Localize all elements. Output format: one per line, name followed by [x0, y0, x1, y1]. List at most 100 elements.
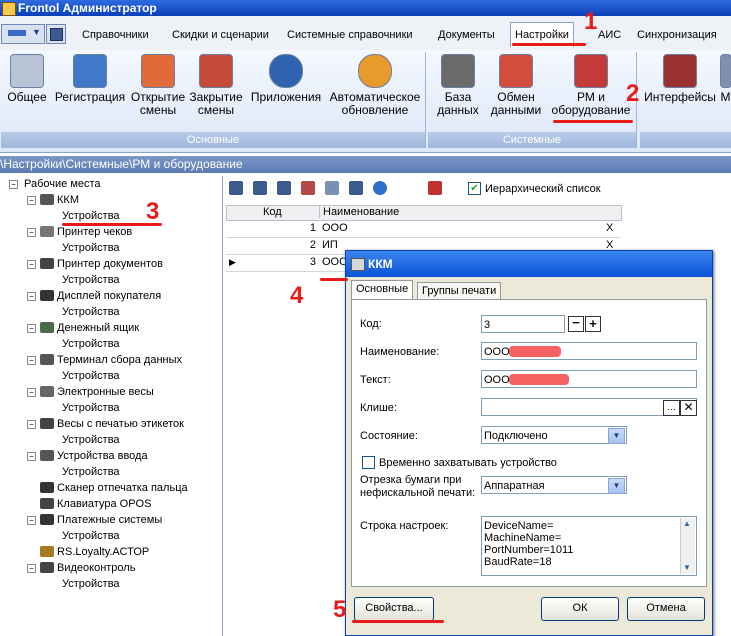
copy-icon[interactable] [325, 181, 339, 195]
ribbon-button-apps[interactable]: Приложения [246, 54, 326, 104]
tree-collapse-toggle[interactable]: − [27, 516, 36, 525]
ribbon-button-workplace[interactable]: РМ и оборудование [547, 54, 635, 117]
tree-item[interactable]: ККМ [40, 193, 79, 208]
tree-item-devices[interactable]: Устройства [62, 433, 120, 448]
tab-system-directories[interactable]: Системные справочники [283, 26, 417, 44]
tree-item-devices[interactable]: Устройства [62, 209, 120, 224]
column-header-name[interactable]: Наименование [319, 206, 399, 218]
ribbon-button-shift-open[interactable]: Открытие смены [130, 54, 186, 117]
scroll-up-icon[interactable]: ▲ [683, 518, 691, 530]
ribbon-button-interfaces[interactable]: Интерфейсы [642, 54, 718, 104]
scroll-down-icon[interactable]: ▼ [683, 562, 691, 574]
tree-item[interactable]: Устройства ввода [40, 449, 148, 464]
ribbon-button-general[interactable]: Общее [5, 54, 49, 104]
tree-item-devices[interactable]: Устройства [62, 465, 120, 480]
save-button[interactable] [46, 24, 66, 44]
tree-item-devices[interactable]: Устройства [62, 305, 120, 320]
browse-icon[interactable]: … [663, 400, 680, 416]
decrement-icon[interactable]: − [568, 316, 584, 332]
tab-discounts[interactable]: Скидки и сценарии [168, 26, 273, 44]
code-field[interactable]: 3 [481, 315, 565, 333]
tree-item-devices[interactable]: Устройства [62, 369, 120, 384]
tree-item-devices[interactable]: Устройства [62, 337, 120, 352]
tree-collapse-toggle[interactable]: − [27, 420, 36, 429]
properties-button[interactable]: Свойства... [354, 597, 434, 621]
ok-button[interactable]: ОК [541, 597, 619, 621]
clear-icon[interactable]: ✕ [680, 400, 697, 416]
refresh-icon[interactable] [373, 181, 387, 195]
tree-item-devices[interactable]: Устройства [62, 241, 120, 256]
tree-label: Рабочие места [24, 178, 101, 190]
tree-collapse-toggle[interactable]: − [27, 356, 36, 365]
increment-icon[interactable]: + [585, 316, 601, 332]
tree-item[interactable]: Сканер отпечатка пальца [40, 481, 188, 496]
tab-print-groups[interactable]: Группы печати [417, 282, 502, 299]
delete-icon[interactable] [301, 181, 315, 195]
tree-collapse-toggle[interactable]: − [27, 228, 36, 237]
tree-collapse-toggle[interactable]: − [27, 196, 36, 205]
settings-scrollbar[interactable]: ▲ ▼ [680, 518, 695, 574]
tree-item[interactable]: Принтер чеков [40, 225, 132, 240]
tree-collapse-toggle[interactable]: − [9, 180, 18, 189]
tree-item[interactable]: Клавиатура OPOS [40, 497, 151, 512]
tree-collapse-toggle[interactable]: − [27, 292, 36, 301]
tree-item-devices[interactable]: Устройства [62, 577, 120, 592]
tab-main[interactable]: Основные [351, 280, 414, 300]
tree-item[interactable]: Видеоконтроль [40, 561, 135, 576]
edit-icon[interactable] [277, 181, 291, 195]
tree-item[interactable]: Весы с печатью этикеток [40, 417, 184, 432]
tree-root[interactable]: Рабочие места [24, 177, 101, 192]
ribbon: Основные Системные Общее Регистрация Отк… [0, 50, 731, 153]
tree-item[interactable]: Платежные системы [40, 513, 162, 528]
tree-collapse-toggle[interactable]: − [27, 564, 36, 573]
settings-textarea[interactable]: DeviceName= MachineName= PortNumber=1011… [481, 516, 697, 576]
chevron-down-icon[interactable]: ▼ [608, 478, 625, 494]
ribbon-button-more[interactable]: М [720, 54, 731, 104]
tree-item[interactable]: Денежный ящик [40, 321, 139, 336]
tree-item-devices[interactable]: Устройства [62, 273, 120, 288]
chevron-down-icon[interactable]: ▼ [608, 428, 625, 444]
tree-item[interactable]: RS.Loyalty.АСТОР [40, 545, 149, 560]
column-header-code[interactable]: Код [263, 206, 282, 218]
add-icon[interactable] [229, 181, 243, 195]
floppy-icon [50, 28, 63, 41]
cut-select[interactable]: Аппаратная ▼ [481, 476, 627, 494]
tree-item[interactable]: Электронные весы [40, 385, 154, 400]
tree-item[interactable]: Терминал сбора данных [40, 353, 182, 368]
menu-icon [8, 30, 26, 36]
ribbon-button-label: М [720, 90, 731, 104]
state-select[interactable]: Подключено ▼ [481, 426, 627, 444]
tab-directories[interactable]: Справочники [78, 26, 153, 44]
cancel-button[interactable]: Отмена [627, 597, 705, 621]
dialog-title: ККМ [368, 257, 393, 271]
tree-item-label: ККМ [57, 194, 79, 206]
tab-documents[interactable]: Документы [434, 26, 499, 44]
table-row[interactable]: 1 ООО X [226, 221, 620, 238]
ribbon-button-registration[interactable]: Регистрация [51, 54, 129, 104]
tree-item[interactable]: Дисплей покупателя [40, 289, 161, 304]
capture-checkbox[interactable] [362, 456, 375, 469]
tree-collapse-toggle[interactable]: − [27, 324, 36, 333]
tree-collapse-toggle[interactable]: − [27, 260, 36, 269]
tab-sync[interactable]: Синхронизация [633, 26, 721, 44]
grid-toolbar: ✔ Иерархический список [224, 178, 731, 200]
tree-collapse-toggle[interactable]: − [27, 452, 36, 461]
ribbon-button-shift-close[interactable]: Закрытие смены [188, 54, 244, 117]
ribbon-button-label: Приложения [250, 90, 322, 104]
tree-item-devices[interactable]: Устройства [62, 529, 120, 544]
cut-label-line2: нефискальной печати: [360, 487, 476, 499]
settings-line: DeviceName= [484, 520, 554, 532]
quick-access-menu-button[interactable]: ▼ [1, 24, 45, 44]
tree-item[interactable]: Принтер документов [40, 257, 163, 272]
move-icon[interactable] [349, 181, 363, 195]
ribbon-button-auto-update[interactable]: Автоматическое обновление [326, 54, 424, 117]
tree-item-devices[interactable]: Устройства [62, 401, 120, 416]
tree-item-label: Денежный ящик [57, 322, 140, 334]
add-group-icon[interactable] [253, 181, 267, 195]
tree-collapse-toggle[interactable]: − [27, 388, 36, 397]
ribbon-button-exchange[interactable]: Обмен данными [487, 54, 545, 117]
ribbon-button-database[interactable]: База данных [432, 54, 484, 117]
tab-ais[interactable]: АИС [594, 26, 625, 44]
hierarchical-checkbox[interactable]: ✔ [468, 182, 481, 195]
filter-icon[interactable] [428, 181, 442, 195]
